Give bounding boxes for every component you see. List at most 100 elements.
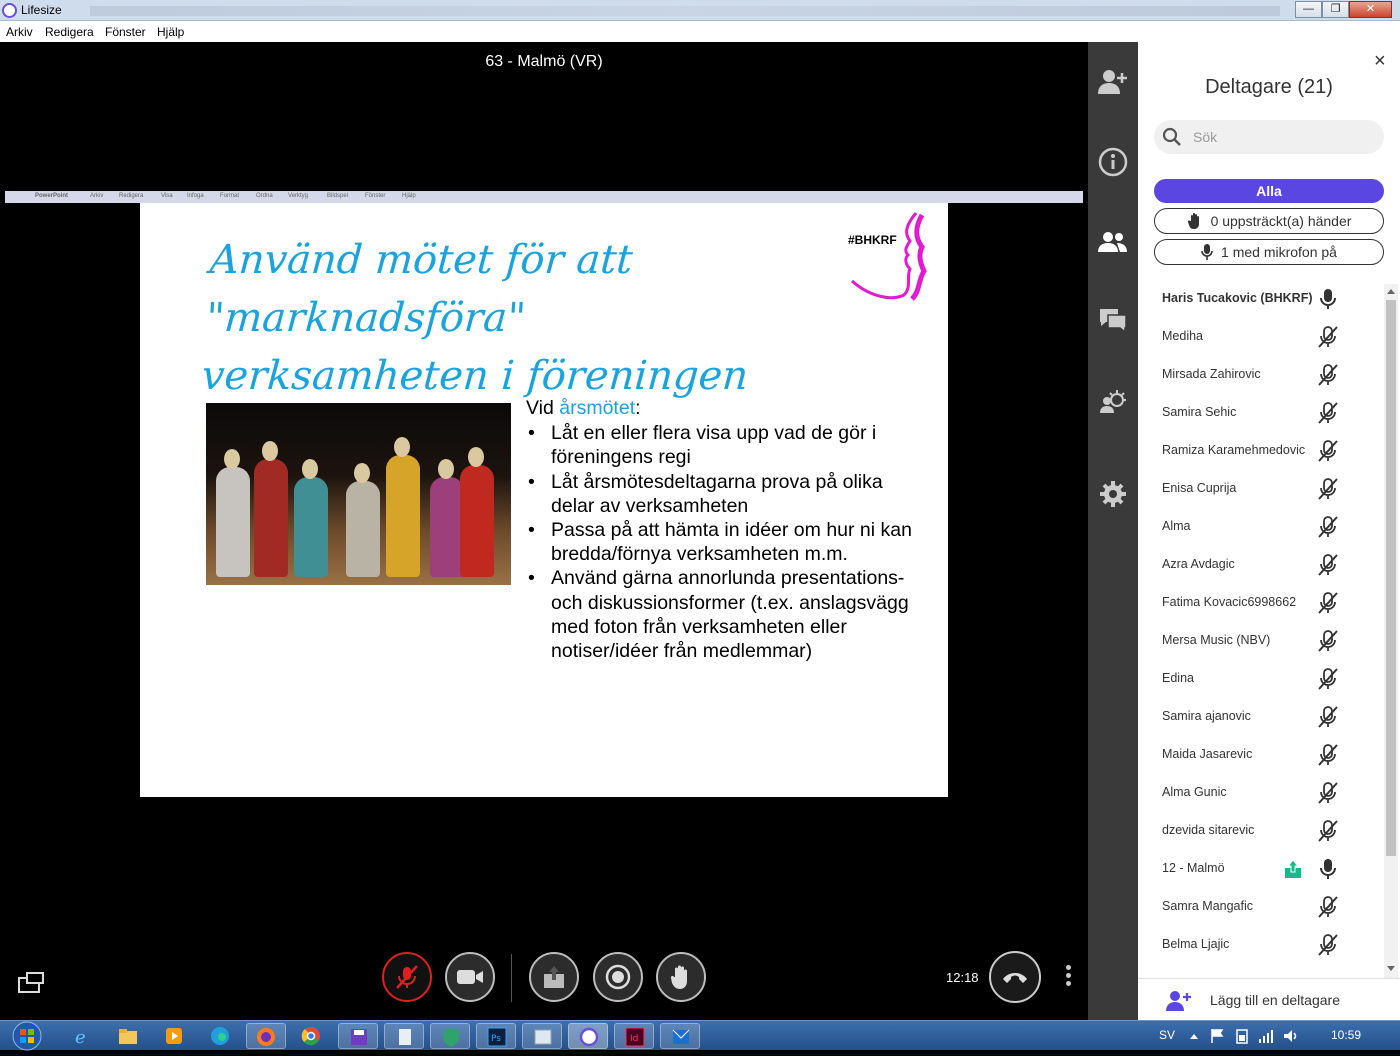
participant-row[interactable]: Edina [1138,662,1384,700]
microphone-muted-icon[interactable] [1316,819,1340,843]
layout-toggle-button[interactable] [18,972,46,994]
maximize-button[interactable]: ❐ [1322,1,1349,18]
filter-raised-hands-button[interactable]: 0 uppsträckt(a) händer [1154,208,1384,234]
microphone-muted-icon[interactable] [1316,363,1340,387]
participant-row[interactable]: Alma Gunic [1138,776,1384,814]
taskbar-window-app[interactable] [522,1023,562,1049]
participant-row[interactable]: Samira Sehic [1138,396,1384,434]
record-button[interactable] [593,952,643,1002]
chat-rail-button[interactable] [1088,300,1138,340]
language-indicator[interactable]: SV [1159,1028,1175,1042]
scroll-down-arrow-icon[interactable] [1384,964,1398,974]
participant-row[interactable]: 12 - Malmö [1138,852,1384,890]
microphone-muted-icon[interactable] [1316,933,1340,957]
microphone-icon[interactable] [1316,857,1340,881]
effects-icon [1100,390,1126,413]
participant-row[interactable]: Fatima Kovacic6998662 [1138,586,1384,624]
participant-row[interactable]: Alma [1138,510,1384,548]
menu-fonster[interactable]: Fönster [105,25,146,39]
signal-strength-icon[interactable] [1258,1028,1274,1044]
participant-row[interactable]: Ramiza Karamehmedovic [1138,434,1384,472]
taskbar-media-player[interactable] [154,1023,194,1049]
side-navigation-rail [1088,42,1138,1020]
invite-participant-rail-button[interactable] [1088,62,1138,102]
info-rail-button[interactable] [1088,142,1138,182]
microphone-icon[interactable] [1316,287,1340,311]
microphone-muted-icon[interactable] [1316,629,1340,653]
participants-rail-button[interactable] [1088,222,1138,262]
microphone-muted-icon[interactable] [1316,591,1340,615]
participant-search-field[interactable]: Sök [1154,120,1384,154]
hang-up-button[interactable] [989,951,1041,1003]
scroll-up-arrow-icon[interactable] [1384,286,1398,296]
microphone-muted-icon[interactable] [1316,515,1340,539]
camera-button[interactable] [445,952,495,1002]
taskbar-internet-explorer[interactable]: e [62,1023,102,1049]
participant-row[interactable]: Samira ajanovic [1138,700,1384,738]
participant-row[interactable]: Maida Jasarevic [1138,738,1384,776]
menu-arkiv[interactable]: Arkiv [6,25,33,39]
participant-row[interactable]: Samra Mangafic [1138,890,1384,928]
taskbar-photoshop[interactable]: Ps [476,1023,516,1049]
participant-row[interactable]: Mersa Music (NBV) [1138,624,1384,662]
microphone-muted-icon[interactable] [1316,477,1340,501]
taskbar-file-explorer[interactable] [108,1023,148,1049]
presentation-slide: Använd mötet för att "marknadsföra" verk… [140,203,948,797]
menu-redigera[interactable]: Redigera [45,25,94,39]
mute-microphone-button[interactable] [382,952,432,1002]
participants-panel: × Deltagare (21) Sök Alla 0 uppsträckt(a… [1138,42,1400,1020]
microphone-muted-icon[interactable] [1316,401,1340,425]
participant-row[interactable]: Haris Tucakovic (BHKRF) [1138,282,1384,320]
start-button[interactable] [8,1021,46,1051]
participant-list-scrollbar[interactable] [1384,284,1398,978]
minimize-button[interactable]: — [1295,1,1322,18]
taskbar-chrome[interactable] [292,1023,332,1049]
participant-row[interactable]: Mirsada Zahirovic [1138,358,1384,396]
dancer [294,459,328,577]
intro-prefix: Vid [526,397,560,419]
participant-name: Alma Gunic [1162,785,1227,799]
microphone-muted-icon[interactable] [1316,325,1340,349]
microphone-muted-icon[interactable] [1316,667,1340,691]
add-participant-button[interactable]: Lägg till en deltagare [1138,978,1400,1020]
taskbar-indesign[interactable]: Id [614,1023,654,1049]
filter-all-button[interactable]: Alla [1154,179,1384,203]
microphone-muted-icon[interactable] [1316,439,1340,463]
participant-row[interactable]: Azra Avdagic [1138,548,1384,586]
taskbar-notes[interactable] [384,1023,424,1049]
raise-hand-button[interactable] [656,952,706,1002]
participant-row[interactable]: Belma Ljajic [1138,928,1384,966]
participant-row[interactable]: Enisa Cuprija [1138,472,1384,510]
taskbar-firefox[interactable] [246,1023,286,1049]
share-screen-button[interactable] [529,952,579,1002]
tray-expand-icon[interactable] [1188,1031,1200,1041]
microphone-muted-icon[interactable] [1316,743,1340,767]
menu-hjalp[interactable]: Hjälp [157,25,184,39]
volume-icon[interactable] [1282,1028,1300,1044]
microphone-muted-icon[interactable] [1316,781,1340,805]
participant-row[interactable]: dzevida sitarevic [1138,814,1384,852]
taskbar-save-app[interactable] [338,1023,378,1049]
settings-rail-button[interactable] [1088,474,1138,514]
battery-icon[interactable] [1235,1028,1249,1044]
more-options-button[interactable] [1060,962,1076,994]
close-panel-button[interactable]: × [1374,50,1386,73]
microphone-muted-icon[interactable] [1316,705,1340,729]
microphone-muted-icon[interactable] [1316,895,1340,919]
effects-rail-button[interactable] [1088,382,1138,422]
microphone-muted-icon[interactable] [1316,553,1340,577]
filter-mic-on-button[interactable]: 1 med mikrofon på [1154,239,1384,265]
taskbar-security[interactable] [430,1023,470,1049]
system-clock[interactable]: 10:59 [1331,1028,1361,1042]
scrollbar-thumb[interactable] [1386,300,1396,856]
participant-row[interactable]: Mediha [1138,320,1384,358]
mac-menu-item: Verktyg [288,193,309,199]
flag-icon[interactable] [1210,1028,1224,1044]
close-button[interactable]: ✕ [1349,1,1392,18]
participant-name: 12 - Malmö [1162,861,1225,875]
taskbar-lifesize[interactable] [568,1023,608,1049]
taskbar-outlook[interactable] [660,1023,700,1049]
search-placeholder: Sök [1193,129,1218,145]
dancer [216,449,250,577]
taskbar-edge[interactable] [200,1023,240,1049]
